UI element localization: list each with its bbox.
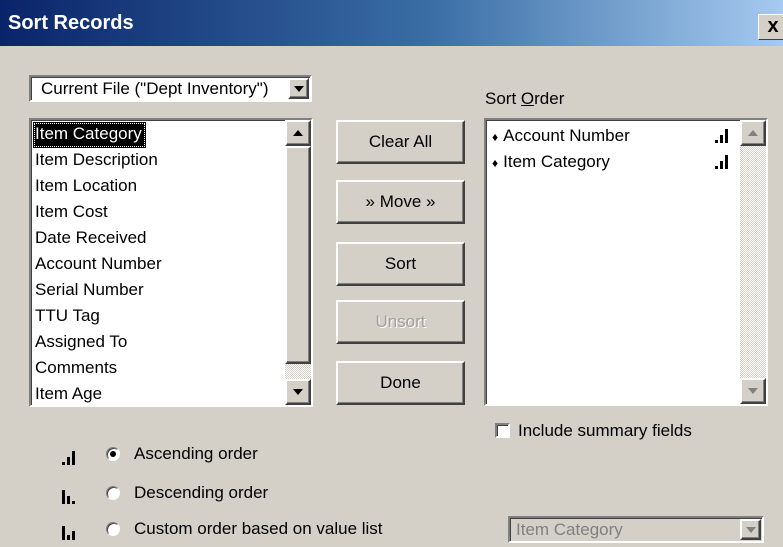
descending-order-option[interactable]: Descending order [62,480,362,506]
list-item[interactable]: Item Location [35,174,137,200]
title-bar[interactable]: Sort Records x [0,0,783,46]
source-file-dropdown[interactable]: Current File ("Dept Inventory") [29,75,312,102]
list-item[interactable]: Date Received [35,226,147,252]
list-item[interactable]: TTU Tag [35,304,100,330]
list-item[interactable]: Assigned To [35,330,127,356]
move-button[interactable]: » Move » [336,180,465,224]
ascending-order-icon[interactable] [715,154,731,174]
descending-order-label: Descending order [134,483,269,502]
list-item[interactable]: Item Description [35,148,158,174]
ascending-order-label: Ascending order [134,444,258,463]
sort-field-label: Item Category [503,152,610,171]
ascending-order-option[interactable]: Ascending order [62,441,362,467]
dropdown-arrow-button[interactable] [288,78,309,99]
scroll-up-icon [748,130,758,136]
sort-order-list[interactable]: ♦ Account Number ♦ Item Category [484,118,768,406]
ascending-order-icon [62,447,78,473]
sort-order-label: Sort Order [485,89,565,108]
drag-handle-icon[interactable]: ♦ [492,156,498,170]
field-list[interactable]: Item Category Item Description Item Loca… [29,118,313,407]
list-item[interactable]: ♦ Account Number [492,124,630,148]
unsort-button[interactable]: Unsort [336,300,465,344]
list-item[interactable]: Serial Number [35,278,144,304]
sort-field-label: Account Number [503,126,630,145]
include-summary-label: Include summary fields [518,421,692,440]
ascending-order-icon[interactable] [715,128,731,148]
scroll-up-button[interactable] [740,120,766,146]
ascending-order-radio[interactable] [106,447,120,461]
scroll-down-icon [748,388,758,394]
include-summary-checkbox-row[interactable]: Include summary fields [495,421,692,441]
value-list-value: Item Category [516,520,623,539]
scroll-up-button[interactable] [285,120,311,146]
drag-handle-icon[interactable]: ♦ [492,130,498,144]
chevron-down-icon [745,526,756,533]
sort-button[interactable]: Sort [336,242,465,286]
list-item[interactable]: Account Number [35,252,162,278]
include-summary-checkbox[interactable] [495,423,510,438]
window-title: Sort Records [8,12,134,34]
close-icon[interactable]: x [758,14,783,40]
list-item[interactable]: Comments [35,356,117,382]
scroll-down-button[interactable] [285,379,311,405]
sort-list-scrollbar[interactable] [740,120,766,404]
done-button[interactable]: Done [336,361,465,405]
custom-order-icon [62,522,78,547]
custom-order-option[interactable]: Custom order based on value list [62,516,482,542]
list-item[interactable]: Item Cost [35,200,108,226]
descending-order-icon [62,486,78,512]
source-file-value: Current File ("Dept Inventory") [41,79,269,98]
list-item[interactable]: Item Category [33,122,146,148]
value-list-dropdown[interactable]: Item Category [508,516,764,543]
list-item[interactable]: ♦ Item Category [492,150,610,174]
descending-order-radio[interactable] [106,486,120,500]
chevron-down-icon [293,85,304,92]
dropdown-arrow-button[interactable] [740,519,761,540]
custom-order-radio[interactable] [106,522,120,536]
scroll-up-icon [293,130,303,136]
scroll-thumb[interactable] [285,146,311,364]
list-item[interactable]: Item Age [35,382,102,405]
custom-order-label: Custom order based on value list [134,519,383,538]
field-list-scrollbar[interactable] [285,120,311,405]
scroll-down-icon [293,389,303,395]
clear-all-button[interactable]: Clear All [336,120,465,164]
scroll-down-button[interactable] [740,378,766,404]
